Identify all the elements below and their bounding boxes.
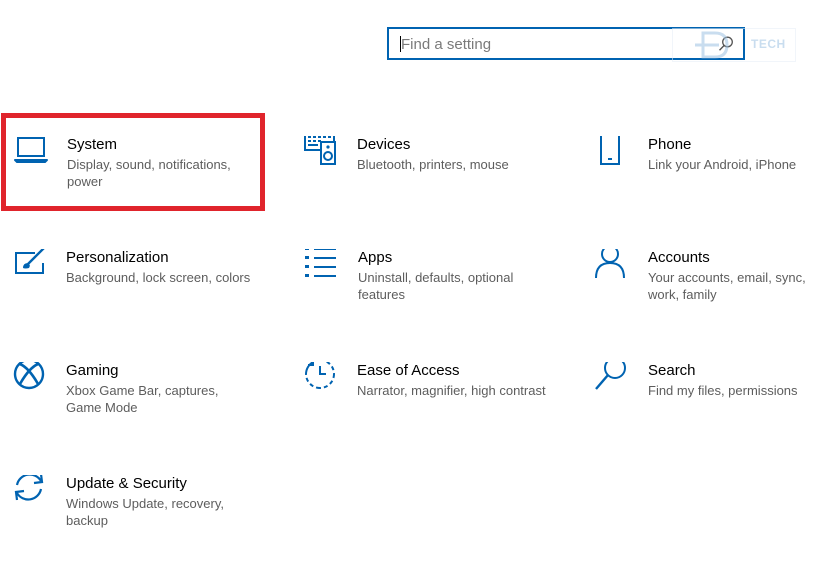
category-title: Phone [648,136,692,153]
apps-list-icon [305,249,341,285]
keyboard-speaker-icon [304,136,340,172]
sync-arrows-icon [13,475,49,511]
category-description: Display, sound, notifications, power [67,157,231,189]
category-title: Apps [358,249,393,266]
category-gaming[interactable]: Gaming Xbox Game Bar, captures, Game Mod… [13,362,253,452]
category-search[interactable]: Search Find my files, permissions [595,362,835,452]
category-personalization[interactable]: Personalization Background, lock screen,… [13,249,253,339]
category-title: Personalization [66,249,169,266]
category-description: Windows Update, recovery, backup [66,496,224,528]
category-apps[interactable]: Apps Uninstall, defaults, optional featu… [305,249,545,339]
category-description: Uninstall, defaults, optional features [358,270,514,302]
category-description: Link your Android, iPhone [648,157,797,172]
category-system[interactable]: System Display, sound, notifications, po… [14,136,254,226]
category-title: Search [648,362,696,379]
person-icon [595,249,631,285]
search-box[interactable] [387,27,745,60]
paintbrush-icon [13,249,49,285]
laptop-icon [14,136,50,172]
category-title: Gaming [66,362,119,379]
magnifier-icon [595,362,631,398]
category-accounts[interactable]: Accounts Your accounts, email, sync, wor… [595,249,835,339]
category-title: Update & Security [66,475,187,492]
category-description: Bluetooth, printers, mouse [357,157,509,172]
category-phone[interactable]: Phone Link your Android, iPhone [595,136,835,226]
category-title: System [67,136,118,153]
category-description: Xbox Game Bar, captures, Game Mode [66,383,219,415]
category-update-security[interactable]: Update & Security Windows Update, recove… [13,475,253,565]
category-title: Devices [357,136,411,153]
category-ease-of-access[interactable]: Ease of Access Narrator, magnifier, high… [304,362,546,452]
category-description: Background, lock screen, colors [66,270,251,285]
search-input[interactable] [401,33,701,55]
category-title: Ease of Access [357,362,460,379]
ease-of-access-icon [304,362,340,398]
phone-icon [595,136,631,172]
category-description: Your accounts, email, sync, work, family [648,270,806,302]
category-devices[interactable]: Devices Bluetooth, printers, mouse [304,136,544,226]
category-description: Narrator, magnifier, high contrast [357,383,546,398]
category-title: Accounts [648,249,710,266]
category-description: Find my files, permissions [648,383,798,398]
watermark-text: TECH [751,37,786,51]
xbox-icon [13,362,49,398]
search-icon[interactable] [717,35,735,53]
